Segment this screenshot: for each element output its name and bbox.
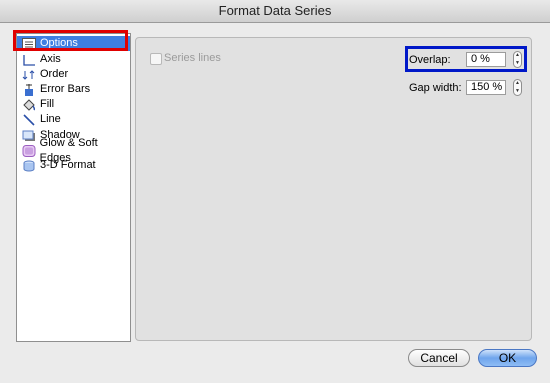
order-icon: [21, 68, 37, 81]
sidebar-item-error-bars[interactable]: Error Bars: [17, 82, 130, 97]
options-icon: [21, 37, 37, 50]
sidebar-item-label: Axis: [40, 53, 61, 65]
overlap-label: Overlap:: [409, 54, 451, 66]
gap-width-label: Gap width:: [409, 82, 462, 94]
overlap-field[interactable]: 0 %: [466, 52, 506, 67]
sidebar-item-glow[interactable]: Glow & Soft Edges: [17, 137, 130, 164]
glow-icon: [21, 144, 37, 157]
sidebar-item-order[interactable]: Order: [17, 67, 130, 82]
sidebar-item-label: Error Bars: [40, 83, 91, 95]
gap-width-field[interactable]: 150 %: [466, 80, 506, 95]
category-list: Options Axis Order Error Bars Fill Line: [16, 33, 131, 342]
sidebar-item-label: Line: [40, 113, 61, 125]
axis-icon: [21, 53, 37, 66]
sidebar-item-label: Order: [40, 68, 69, 80]
gap-width-stepper[interactable]: ▲ ▼: [513, 79, 522, 96]
sidebar-item-axis[interactable]: Axis: [17, 52, 130, 67]
sidebar-item-options[interactable]: Options: [17, 36, 130, 51]
line-icon: [21, 113, 37, 126]
overlap-stepper[interactable]: ▲ ▼: [513, 51, 522, 68]
stepper-up-icon[interactable]: ▲: [515, 53, 520, 58]
sidebar-item-label: Options: [40, 37, 78, 49]
stepper-down-icon[interactable]: ▼: [515, 60, 520, 66]
error-bars-icon: [21, 83, 37, 96]
ok-button[interactable]: OK: [478, 349, 537, 367]
sidebar-item-fill[interactable]: Fill: [17, 97, 130, 112]
cancel-button[interactable]: Cancel: [408, 349, 470, 367]
3d-format-icon: [21, 159, 37, 172]
sidebar-item-3d-format[interactable]: 3-D Format: [17, 158, 130, 173]
sidebar-item-line[interactable]: Line: [17, 112, 130, 127]
stepper-down-icon[interactable]: ▼: [515, 88, 520, 94]
window-title: Format Data Series: [0, 0, 550, 23]
stepper-up-icon[interactable]: ▲: [515, 81, 520, 86]
sidebar-item-label: 3-D Format: [40, 159, 96, 171]
series-lines-checkbox[interactable]: [150, 53, 162, 65]
fill-bucket-icon: [21, 98, 37, 111]
shadow-icon: [21, 129, 37, 142]
series-lines-label: Series lines: [164, 52, 221, 64]
sidebar-item-label: Fill: [40, 98, 55, 110]
